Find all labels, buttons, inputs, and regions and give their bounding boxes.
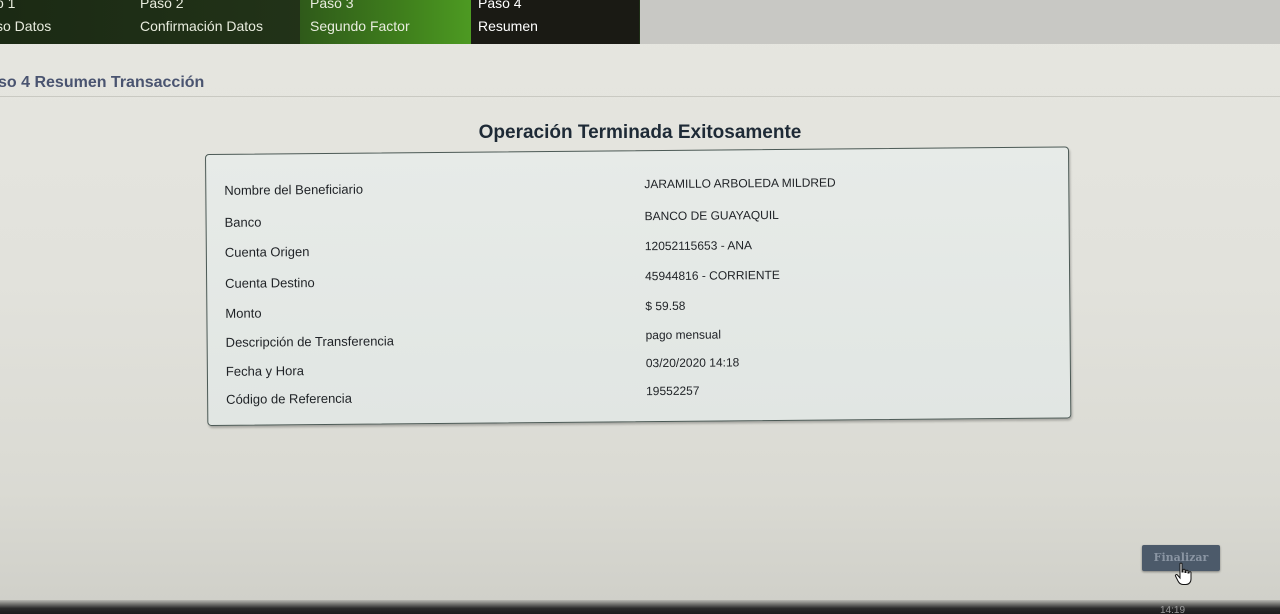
taskbar — [0, 600, 1280, 614]
step-4-label: Resumen — [478, 18, 538, 34]
transaction-summary-card: Nombre del Beneficiario JARAMILLO ARBOLE… — [205, 146, 1072, 426]
taskbar-clock: 14:19 — [1160, 605, 1186, 614]
screen: o 1 so Datos Paso 2 Confirmación Datos P… — [0, 0, 1280, 614]
step-4-number: Paso 4 — [478, 0, 522, 11]
source-account-value: 12052115653 - ANA — [644, 238, 753, 254]
datetime-value: 03/20/2020 14:18 — [645, 355, 740, 371]
destination-account-value: 45944816 - CORRIENTE — [645, 267, 780, 284]
destination-account-label: Cuenta Destino — [225, 275, 315, 291]
amount-value: $ 59.58 — [645, 298, 686, 314]
step-2-number: Paso 2 — [140, 0, 184, 11]
page-title-row: so 4 Resumen Transacción — [0, 70, 1280, 97]
result-title: Operación Terminada Exitosamente — [0, 122, 1280, 144]
step-2[interactable]: Paso 2 Confirmación Datos — [140, 0, 300, 44]
page-title: so 4 Resumen Transacción — [0, 74, 205, 91]
beneficiary-value: JARAMILLO ARBOLEDA MILDRED — [644, 175, 836, 192]
bank-value: BANCO DE GUAYAQUIL — [644, 207, 779, 224]
bank-label: Banco — [224, 214, 262, 230]
step-4-active[interactable]: Paso 4 Resumen — [471, 0, 639, 44]
step-1-number: o 1 — [0, 0, 16, 11]
description-label: Descripción de Transferencia — [225, 333, 395, 350]
reference-code-label: Código de Referencia — [226, 390, 352, 407]
amount-label: Monto — [225, 305, 262, 321]
source-account-label: Cuenta Origen — [224, 244, 310, 260]
hand-pointer-icon — [1174, 562, 1192, 585]
description-value: pago mensual — [645, 327, 722, 343]
reference-code-value: 19552257 — [646, 383, 700, 399]
datetime-label: Fecha y Hora — [225, 363, 305, 379]
beneficiary-label: Nombre del Beneficiario — [224, 181, 364, 198]
wizard-step-bar: o 1 so Datos Paso 2 Confirmación Datos P… — [0, 0, 1280, 44]
step-3-number: Paso 3 — [310, 0, 354, 11]
step-2-label: Confirmación Datos — [140, 18, 263, 34]
result-title-text: Operación Terminada Exitosamente — [478, 122, 802, 143]
step-1-label: so Datos — [0, 18, 52, 34]
step-3-label: Segundo Factor — [310, 18, 410, 34]
step-3[interactable]: Paso 3 Segundo Factor — [310, 0, 460, 44]
step-1[interactable]: o 1 so Datos — [0, 0, 126, 44]
